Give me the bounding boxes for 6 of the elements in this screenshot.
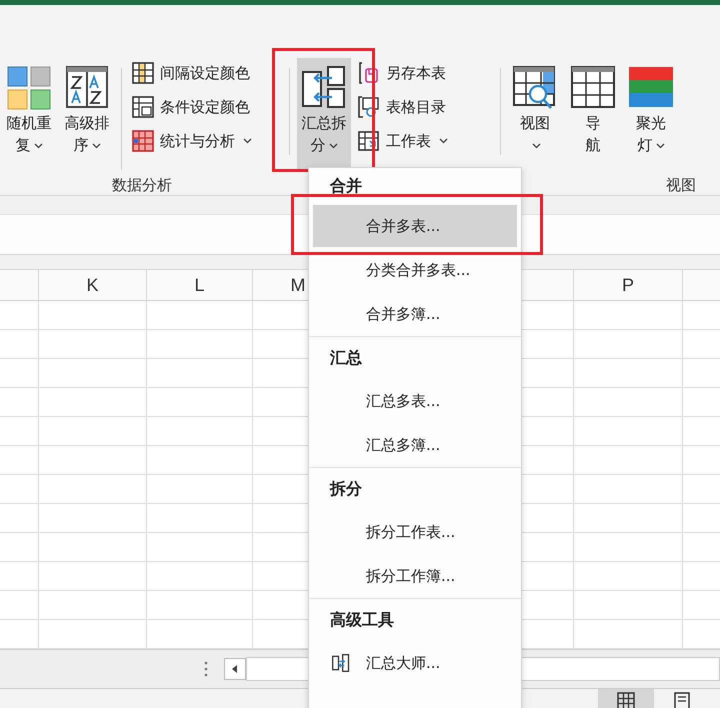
menu-section-title: 汇总 <box>330 348 362 368</box>
group-label: 视图 <box>666 176 697 195</box>
group-label: 数据分析 <box>112 176 172 195</box>
menu-section-title: 高级工具 <box>330 610 394 630</box>
menu-section-title: 拆分 <box>330 478 362 500</box>
menu-section-title: 合并 <box>330 176 362 196</box>
